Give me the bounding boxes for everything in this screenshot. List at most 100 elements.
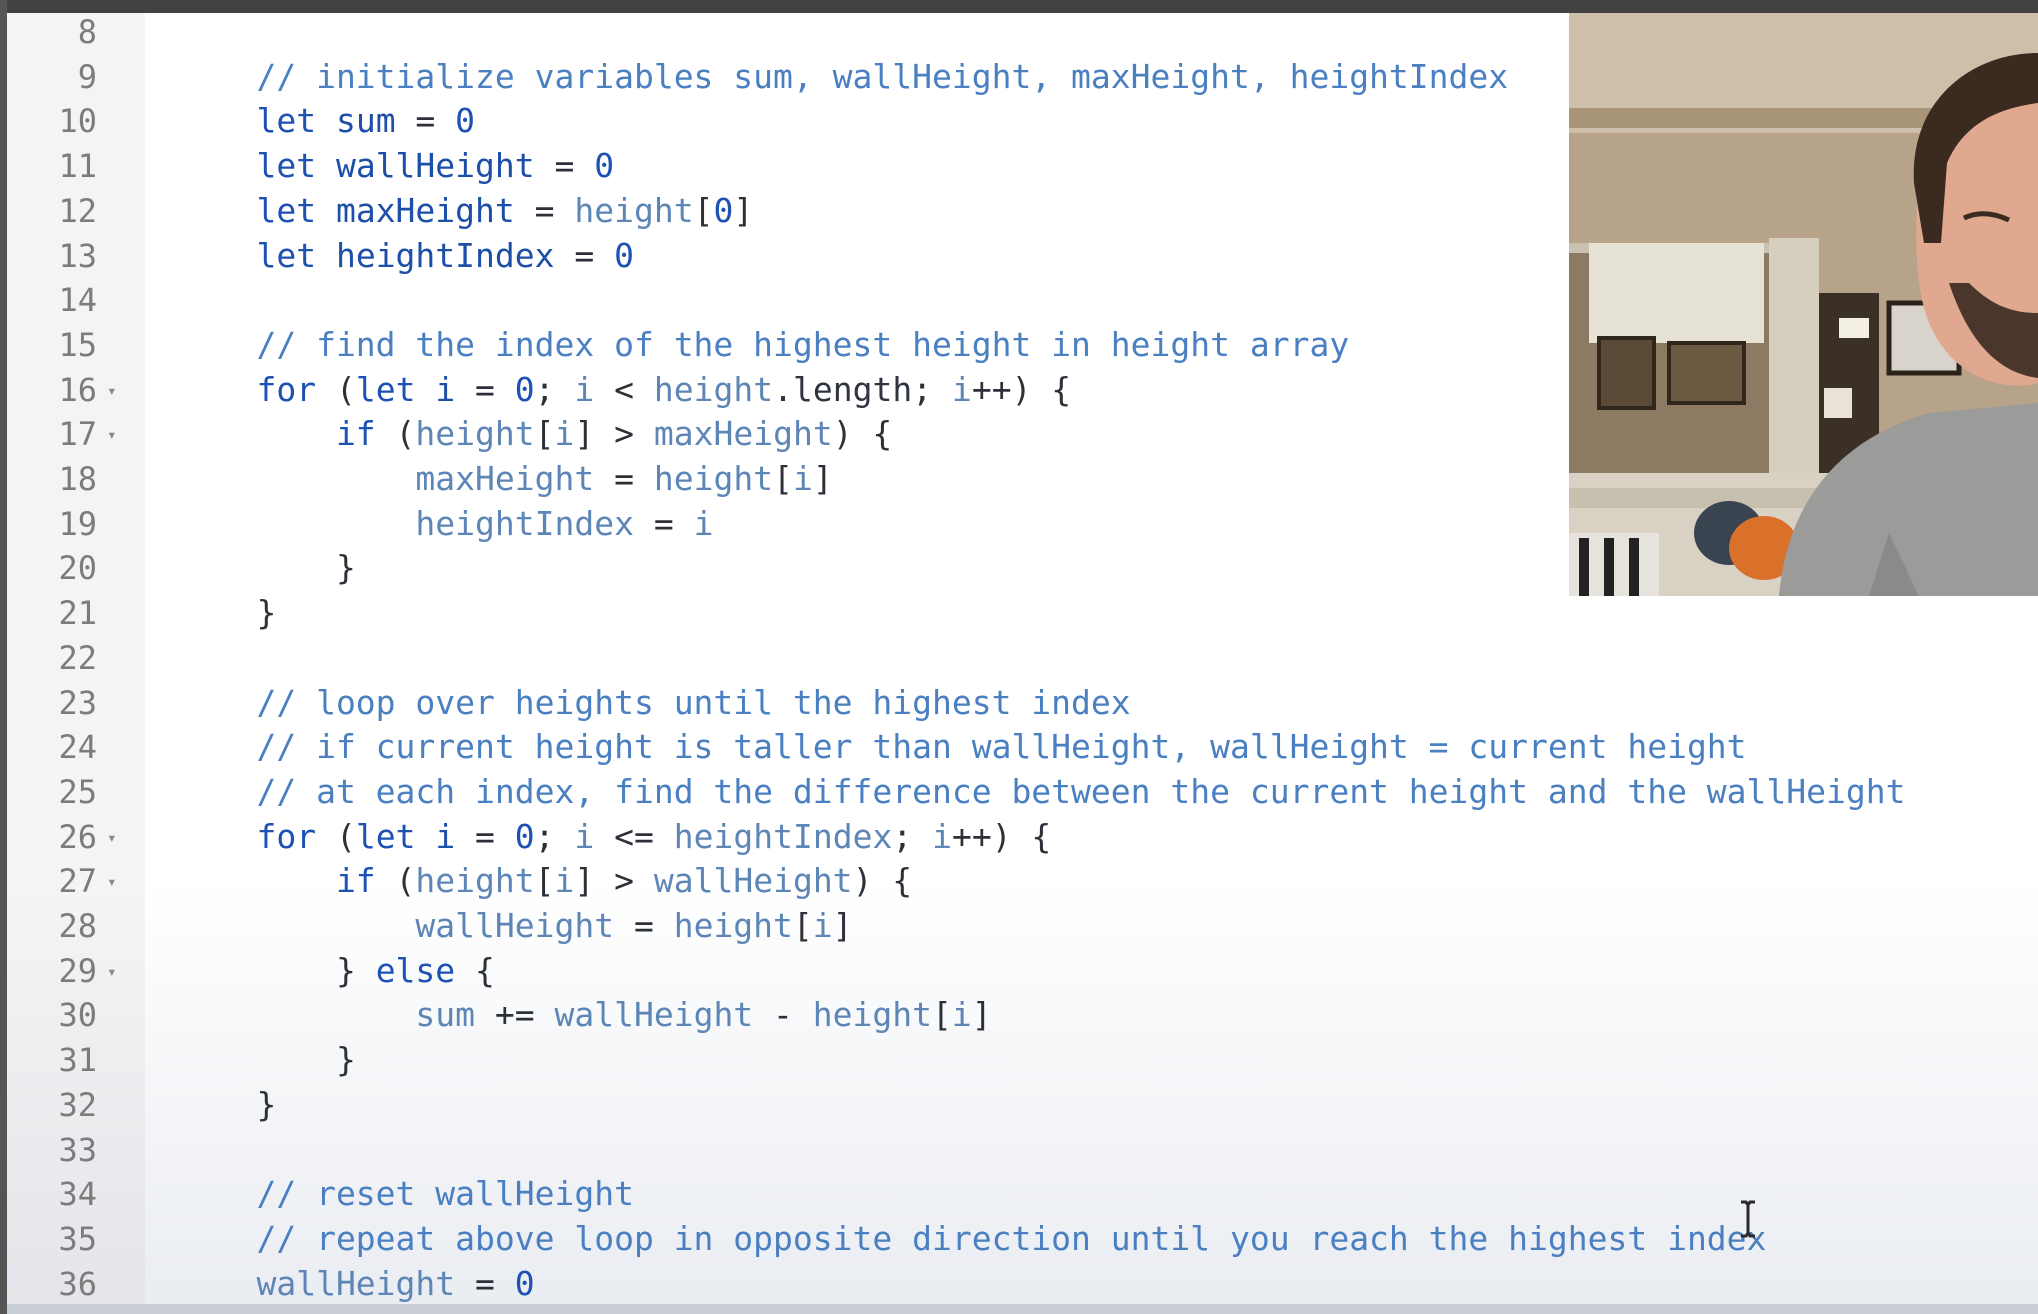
code-text[interactable]: }	[177, 1038, 356, 1082]
code-token: sum	[177, 995, 476, 1035]
code-text[interactable]: } else {	[177, 949, 495, 993]
code-token: =	[455, 816, 515, 856]
code-line[interactable]: 29 ▾ } else {	[7, 949, 2038, 993]
code-token: (	[395, 861, 416, 901]
code-line[interactable]: 32 }	[7, 1083, 2038, 1127]
code-line[interactable]: 26 ▾ for (let i = 0; i <= heightIndex; i+…	[7, 815, 2038, 859]
code-token: ++) {	[971, 369, 1072, 409]
code-line[interactable]: 35 // repeat above loop in opposite dire…	[7, 1217, 2038, 1261]
line-number: 34	[58, 1175, 97, 1214]
code-comment: // repeat above loop in opposite directi…	[177, 1218, 1767, 1258]
fold-toggle-icon[interactable]: ▾	[107, 950, 117, 994]
line-number: 25	[58, 772, 97, 811]
code-line[interactable]: 31 }	[7, 1038, 2038, 1082]
code-line[interactable]: 21 }	[7, 591, 2038, 635]
code-text[interactable]: wallHeight = height[i]	[177, 904, 852, 948]
line-number: 16	[58, 370, 97, 409]
code-line[interactable]: 30 sum += wallHeight - height[i]	[7, 993, 2038, 1037]
code-line[interactable]: 22	[7, 636, 2038, 680]
code-token: 0	[614, 235, 634, 275]
code-text[interactable]: let heightIndex = 0	[177, 234, 634, 278]
line-number: 27	[58, 862, 97, 901]
line-number: 21	[58, 594, 97, 633]
code-text[interactable]: // initialize variables sum, wallHeight,…	[177, 55, 1508, 99]
code-line[interactable]: 27 ▾ if (height[i] > wallHeight) {	[7, 859, 2038, 903]
code-text[interactable]: heightIndex = i	[177, 502, 713, 546]
code-token: i	[792, 459, 813, 498]
code-text[interactable]: for (let i = 0; i < height.length; i++) …	[177, 368, 1071, 412]
window-left-edge	[0, 0, 7, 1314]
code-text[interactable]: // at each index, find the difference be…	[177, 770, 1905, 814]
fold-toggle-icon[interactable]: ▾	[107, 413, 117, 457]
code-token: [	[792, 906, 813, 945]
code-text[interactable]: for (let i = 0; i <= heightIndex; i++) {	[177, 815, 1051, 859]
code-text[interactable]: sum += wallHeight - height[i]	[177, 993, 991, 1037]
code-token: 0	[455, 101, 476, 141]
code-text[interactable]: let sum = 0	[177, 99, 475, 143]
code-text[interactable]: }	[177, 1083, 276, 1127]
code-token: let	[355, 816, 436, 856]
code-line[interactable]: 33	[7, 1128, 2038, 1172]
code-line[interactable]: 24 // if current height is taller than w…	[7, 725, 2038, 769]
presenter-webcam	[1569, 13, 2038, 596]
code-token: height	[415, 861, 535, 901]
code-token: ++) {	[951, 816, 1052, 856]
code-token: for	[177, 369, 336, 409]
code-line[interactable]: 34 // reset wallHeight	[7, 1172, 2038, 1216]
code-text[interactable]: // find the index of the highest height …	[177, 323, 1349, 367]
line-number: 11	[58, 147, 97, 186]
code-token: height	[812, 995, 933, 1035]
fold-toggle-icon[interactable]: ▾	[107, 860, 117, 904]
code-text[interactable]: }	[177, 591, 276, 635]
code-token: i	[554, 861, 575, 901]
line-number: 10	[58, 102, 97, 141]
code-line[interactable]: 36 wallHeight = 0	[7, 1262, 2038, 1306]
line-number: 24	[58, 728, 97, 767]
line-number: 15	[58, 325, 97, 364]
code-text[interactable]: // reset wallHeight	[177, 1172, 634, 1216]
code-line[interactable]: 28 wallHeight = height[i]	[7, 904, 2038, 948]
line-number: 35	[58, 1219, 97, 1258]
line-number: 30	[58, 996, 97, 1035]
code-token: i	[435, 816, 456, 856]
code-token: (	[335, 816, 356, 856]
code-text[interactable]: // if current height is taller than wall…	[177, 725, 1746, 769]
code-text[interactable]: let maxHeight = height[0]	[177, 189, 753, 233]
text-cursor-icon	[1741, 1200, 1755, 1238]
code-token: ;	[892, 816, 933, 856]
code-token: wallHeight	[335, 146, 535, 186]
code-token: height	[653, 459, 774, 498]
code-text[interactable]: let wallHeight = 0	[177, 144, 614, 188]
line-number: 17	[58, 415, 97, 454]
fold-toggle-icon[interactable]: ▾	[107, 369, 117, 413]
line-number: 33	[58, 1130, 97, 1169]
code-token: .length	[773, 369, 913, 409]
fold-toggle-icon[interactable]: ▾	[107, 816, 117, 860]
code-token: wallHeight	[177, 906, 615, 945]
code-line[interactable]: 23 // loop over heights until the highes…	[7, 681, 2038, 725]
code-text[interactable]: wallHeight = 0	[177, 1262, 534, 1306]
code-token: i	[693, 503, 714, 543]
code-token: maxHeight	[653, 414, 833, 454]
code-comment: // initialize variables sum, wallHeight,…	[177, 56, 1509, 96]
code-text[interactable]: maxHeight = height[i]	[177, 457, 832, 501]
line-number: 20	[58, 549, 97, 588]
code-text[interactable]: if (height[i] > wallHeight) {	[177, 859, 912, 903]
code-token: =	[534, 146, 595, 186]
code-token: maxHeight	[177, 459, 595, 498]
code-text[interactable]: // repeat above loop in opposite directi…	[177, 1217, 1766, 1261]
code-token: i	[435, 369, 456, 409]
code-comment: // find the index of the highest height …	[177, 324, 1350, 364]
code-token: height	[673, 906, 793, 945]
code-token: =	[514, 190, 575, 230]
code-text[interactable]: }	[177, 546, 356, 590]
line-number: 36	[58, 1264, 97, 1303]
line-number: 18	[58, 460, 97, 498]
webcam-scene	[1569, 13, 2038, 596]
code-token: let	[355, 369, 436, 409]
code-text[interactable]: if (height[i] > maxHeight) {	[177, 412, 892, 456]
code-token: ;	[534, 369, 575, 409]
code-line[interactable]: 25 // at each index, find the difference…	[7, 770, 2038, 814]
code-text[interactable]: // loop over heights until the highest i…	[177, 681, 1130, 725]
code-token: +=	[475, 995, 555, 1035]
